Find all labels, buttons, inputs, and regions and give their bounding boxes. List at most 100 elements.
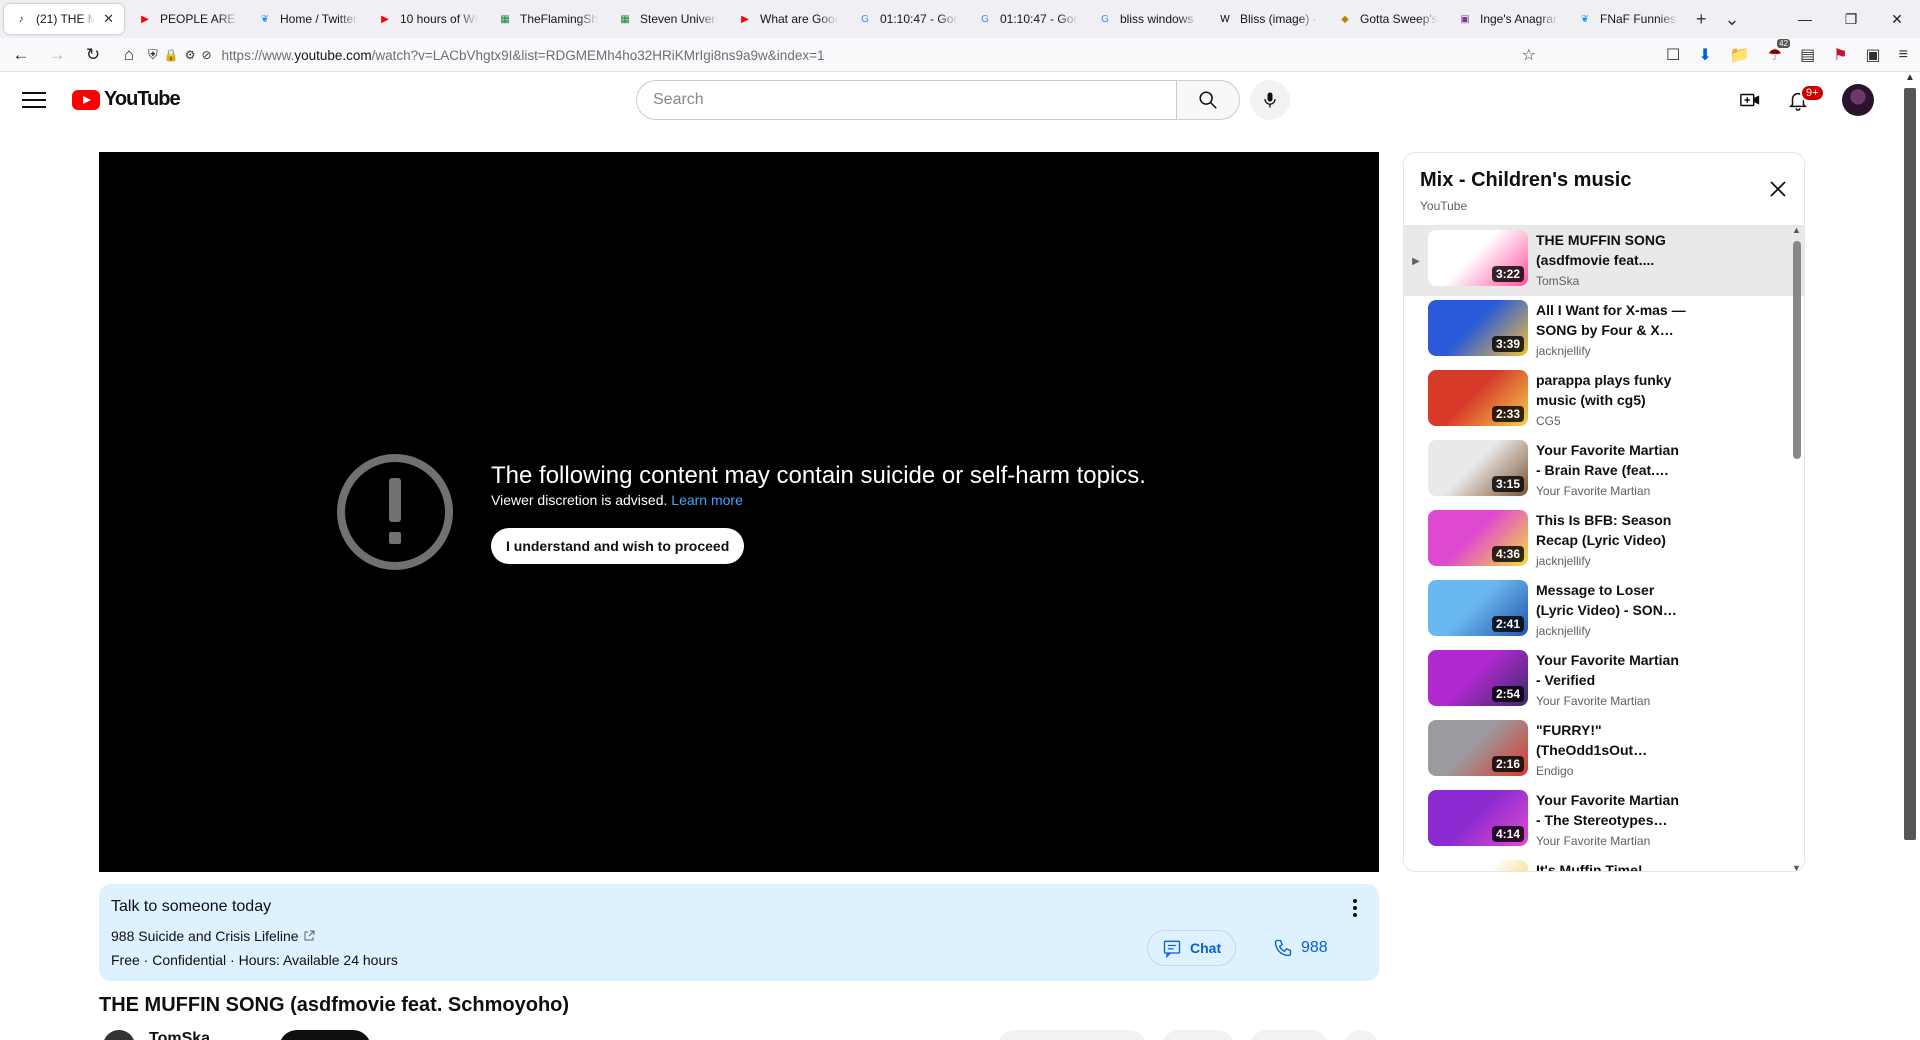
- extension-red-icon[interactable]: ⚑: [1833, 45, 1847, 65]
- ublock-extension-icon[interactable]: ☂ 42: [1768, 39, 1791, 65]
- video-player[interactable]: The following content may contain suicid…: [99, 152, 1379, 872]
- extension-icon[interactable]: ▤: [1800, 45, 1815, 65]
- video-thumbnail[interactable]: 2:33: [1428, 370, 1528, 426]
- back-button[interactable]: ←: [6, 40, 36, 70]
- playlist-item-meta: parappa plays funky music (with cg5) CG5: [1536, 370, 1686, 428]
- playlist-item-title: It's Muffin Time! (Song: [1536, 862, 1643, 872]
- voice-search-button[interactable]: [1250, 80, 1290, 120]
- browser-tab[interactable]: ▶ PEOPLE ARE BLIND: [128, 0, 248, 38]
- search-input[interactable]: [636, 80, 1177, 120]
- browser-tab[interactable]: W Bliss (image) -: [1208, 0, 1328, 38]
- browser-tab[interactable]: Gbliss windows: [1088, 0, 1208, 38]
- video-thumbnail[interactable]: 4:36: [1428, 510, 1528, 566]
- browser-tab[interactable]: ♪ (21) THE MUFFIN SONG ✕: [4, 4, 124, 34]
- page-scrollbar-thumb[interactable]: [1904, 88, 1916, 840]
- video-thumbnail[interactable]: 4:14: [1428, 790, 1528, 846]
- sheet-icon: ▦: [620, 13, 630, 25]
- browser-tab[interactable]: ▦ TheFlamingShadow: [488, 0, 608, 38]
- extension-badge: 42: [1777, 39, 1791, 48]
- video-thumbnail[interactable]: 3:15: [1428, 440, 1528, 496]
- create-button[interactable]: [1736, 86, 1764, 114]
- reload-button[interactable]: ↻: [78, 40, 108, 70]
- close-icon[interactable]: [1766, 177, 1790, 201]
- pocket-icon[interactable]: ☐: [1666, 45, 1680, 65]
- video-thumbnail[interactable]: 2:16: [1428, 720, 1528, 776]
- scrollbar-thumb[interactable]: [1793, 241, 1801, 459]
- call-button[interactable]: 988: [1259, 930, 1342, 966]
- maximize-button[interactable]: ❐: [1828, 0, 1874, 38]
- playlist-item[interactable]: ▶ 3:22 THE MUFFIN SONG (asdfmovie feat....…: [1404, 226, 1804, 296]
- video-thumbnail[interactable]: 3:39: [1428, 300, 1528, 356]
- browser-tab[interactable]: ▶ What are Good: [728, 0, 848, 38]
- list-all-tabs-icon[interactable]: ⌄: [1725, 9, 1740, 30]
- page-scrollbar[interactable]: ▲: [1900, 72, 1920, 1040]
- scroll-down-arrow-icon[interactable]: ▼: [1792, 863, 1801, 871]
- playlist-item-channel: Your Favorite Martian: [1536, 484, 1651, 498]
- home-button[interactable]: ⌂: [114, 40, 144, 70]
- youtube-logo[interactable]: YouTube: [72, 88, 181, 111]
- playlist-item[interactable]: It's Muffin Time! (Song: [1404, 856, 1804, 872]
- library-icon[interactable]: 📁: [1730, 45, 1750, 65]
- twitter-icon: ❦: [260, 13, 270, 25]
- duration-badge: 2:16: [1491, 756, 1524, 772]
- address-bar[interactable]: ⛨ 🔒 ⚙ ⊘ https://www.youtube.com/watch?v=…: [148, 41, 1536, 69]
- page-scroll-up-icon[interactable]: ▲: [1905, 72, 1915, 83]
- browser-tab[interactable]: ❦ FNaF Funnies: [1568, 0, 1688, 38]
- search-button[interactable]: [1176, 80, 1240, 120]
- playlist-item[interactable]: 2:41 Message to Loser (Lyric Video) - SON…: [1404, 576, 1804, 646]
- more-options-icon[interactable]: [1345, 898, 1365, 918]
- subscribe-button[interactable]: [279, 1030, 371, 1040]
- video-thumbnail[interactable]: 3:22: [1428, 230, 1528, 286]
- like-dislike-button[interactable]: [997, 1030, 1147, 1040]
- browser-tab[interactable]: ▣ Inge's Anagrams: [1448, 0, 1568, 38]
- playlist-item[interactable]: 3:15 Your Favorite Martian - Brain Rave (…: [1404, 436, 1804, 506]
- browser-tab[interactable]: G 01:10:47 - Google: [848, 0, 968, 38]
- duration-badge: 3:39: [1491, 336, 1524, 352]
- minimize-button[interactable]: —: [1782, 0, 1828, 38]
- permissions-icon[interactable]: ⚙: [185, 48, 196, 62]
- playlist-scrollbar[interactable]: ▲ ▼: [1790, 225, 1804, 871]
- account-avatar[interactable]: [1842, 84, 1874, 116]
- proceed-button[interactable]: I understand and wish to proceed: [491, 528, 745, 564]
- bookmark-star-icon[interactable]: ☆: [1522, 45, 1536, 65]
- playlist-item[interactable]: 3:39 All I Want for X-mas — SONG by Four …: [1404, 296, 1804, 366]
- playlist-item[interactable]: 4:14 Your Favorite Martian - The Stereoty…: [1404, 786, 1804, 856]
- menu-icon[interactable]: ≡: [1899, 46, 1908, 64]
- download-button[interactable]: [1249, 1030, 1329, 1040]
- more-actions-button[interactable]: [1343, 1030, 1379, 1040]
- playlist-title[interactable]: Mix - Children's music: [1420, 169, 1631, 192]
- playlist-item[interactable]: 2:33 parappa plays funky music (with cg5)…: [1404, 366, 1804, 436]
- close-window-button[interactable]: ✕: [1874, 0, 1920, 38]
- share-button[interactable]: [1161, 1030, 1235, 1040]
- playlist-item[interactable]: 4:36 This Is BFB: Season Recap (Lyric Vid…: [1404, 506, 1804, 576]
- browser-tab[interactable]: G 01:10:47 - Google: [968, 0, 1088, 38]
- browser-tab[interactable]: ❦ Home / Twitter: [248, 0, 368, 38]
- video-thumbnail[interactable]: 2:54: [1428, 650, 1528, 706]
- discretion-text: Viewer discretion is advised.: [491, 492, 668, 508]
- close-tab-icon[interactable]: ✕: [103, 11, 114, 27]
- browser-tab[interactable]: ▶ 10 hours of Windows: [368, 0, 488, 38]
- mic-blocked-icon[interactable]: ⊘: [201, 48, 211, 62]
- browser-tab[interactable]: ▦ Steven Universe: [608, 0, 728, 38]
- video-thumbnail[interactable]: [1428, 860, 1528, 871]
- video-thumbnail[interactable]: 2:41: [1428, 580, 1528, 636]
- downloads-icon[interactable]: ⬇: [1698, 45, 1711, 65]
- guide-menu-icon[interactable]: [22, 88, 46, 112]
- chat-button[interactable]: Chat: [1147, 930, 1237, 966]
- forward-button[interactable]: →: [42, 40, 72, 70]
- tab-title: bliss windows: [1120, 12, 1194, 26]
- channel-name[interactable]: TomSka: [149, 1030, 210, 1040]
- new-tab-icon[interactable]: +: [1696, 9, 1707, 30]
- crisis-title: Talk to someone today: [111, 898, 272, 915]
- scroll-up-arrow-icon[interactable]: ▲: [1792, 225, 1801, 235]
- playlist-item[interactable]: 2:54 Your Favorite Martian - Verified Your…: [1404, 646, 1804, 716]
- playlist-item-meta: THE MUFFIN SONG (asdfmovie feat.... TomSk…: [1536, 230, 1686, 288]
- playlist-owner: YouTube: [1420, 199, 1468, 213]
- shield-icon[interactable]: ⛨: [148, 47, 158, 63]
- playlist-item[interactable]: 2:16 "FURRY!" (TheOdd1sOut Remix... Endigo: [1404, 716, 1804, 786]
- learn-more-link[interactable]: Learn more: [671, 492, 743, 508]
- containers-icon[interactable]: ▣: [1866, 45, 1881, 65]
- browser-tab[interactable]: ◆ Gotta Sweep's: [1328, 0, 1448, 38]
- channel-avatar[interactable]: [103, 1030, 135, 1040]
- crisis-org-link[interactable]: 988 Suicide and Crisis Lifeline: [111, 928, 315, 944]
